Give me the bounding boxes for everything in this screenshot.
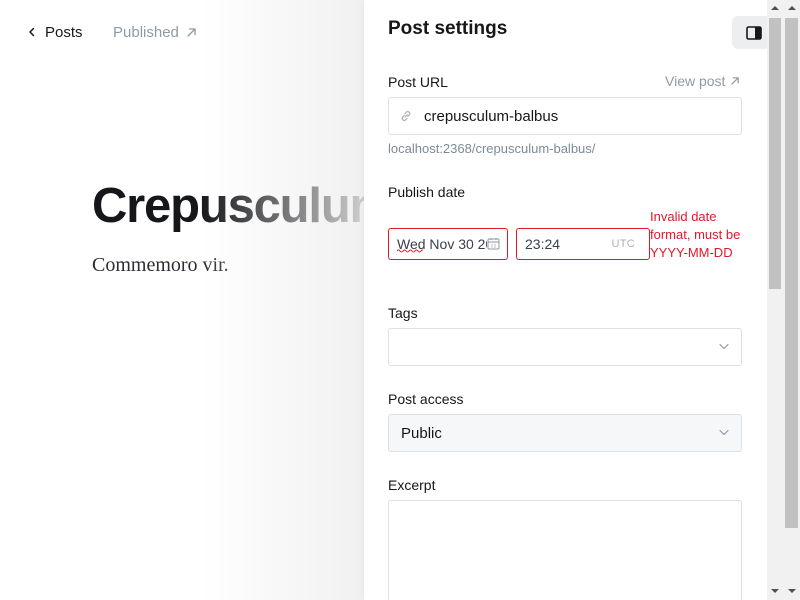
post-settings-panel: Post settings Post URL View post localho… xyxy=(364,0,767,600)
view-post-link[interactable]: View post xyxy=(665,73,740,89)
back-link-label: Posts xyxy=(45,23,83,41)
excerpt-textarea[interactable] xyxy=(388,500,742,600)
post-title[interactable]: Crepusculum balbus xyxy=(92,178,364,234)
spellcheck-underline xyxy=(397,249,423,253)
chevron-down-icon xyxy=(719,429,729,436)
view-post-label: View post xyxy=(665,73,726,89)
post-url-input[interactable] xyxy=(424,107,724,125)
arrow-up-right-icon xyxy=(731,77,740,85)
post-url-field xyxy=(388,97,742,135)
tags-select[interactable] xyxy=(388,328,742,366)
post-access-label: Post access xyxy=(388,391,464,407)
publish-time-field: UTC xyxy=(516,228,650,260)
panel-shadow-overlay xyxy=(200,0,364,600)
post-access-value: Public xyxy=(401,424,442,442)
status-label: Published xyxy=(113,23,179,41)
published-status-link[interactable]: Published xyxy=(113,22,197,42)
timezone-label: UTC xyxy=(611,238,635,250)
chevron-down-icon xyxy=(719,343,729,350)
post-editor: Posts Published Crepusculum balbus Comme… xyxy=(0,0,364,600)
post-url-hint: localhost:2368/crepusculum-balbus/ xyxy=(388,141,596,156)
window-scroll-thumb[interactable] xyxy=(785,18,798,528)
scroll-down-arrow-icon[interactable] xyxy=(770,587,780,595)
publish-date-label: Publish date xyxy=(388,184,466,200)
link-icon xyxy=(401,111,411,121)
calendar-icon[interactable] xyxy=(487,237,500,250)
date-error-message: Invalid date format, must be YYYY-MM-DD xyxy=(650,209,741,260)
post-body-text[interactable]: Commemoro vir. xyxy=(92,254,229,277)
post-url-label: Post URL xyxy=(388,74,448,90)
publish-time-input[interactable] xyxy=(525,236,595,252)
scroll-up-arrow-icon[interactable] xyxy=(787,4,797,12)
excerpt-label: Excerpt xyxy=(388,477,436,493)
sidebar-toggle-icon xyxy=(746,25,762,40)
panel-title: Post settings xyxy=(388,18,508,39)
window-scrollbar[interactable] xyxy=(783,0,800,600)
arrow-up-right-icon xyxy=(187,27,196,37)
tags-label: Tags xyxy=(388,305,418,321)
scroll-down-arrow-icon[interactable] xyxy=(787,587,797,595)
chevron-left-icon xyxy=(29,27,35,37)
scroll-up-arrow-icon[interactable] xyxy=(770,4,780,12)
back-to-posts-link[interactable]: Posts xyxy=(28,22,83,42)
publish-date-field xyxy=(388,228,508,260)
post-access-select[interactable]: Public xyxy=(388,414,742,452)
panel-scroll-thumb[interactable] xyxy=(769,18,781,289)
toggle-sidebar-button[interactable] xyxy=(732,16,767,49)
